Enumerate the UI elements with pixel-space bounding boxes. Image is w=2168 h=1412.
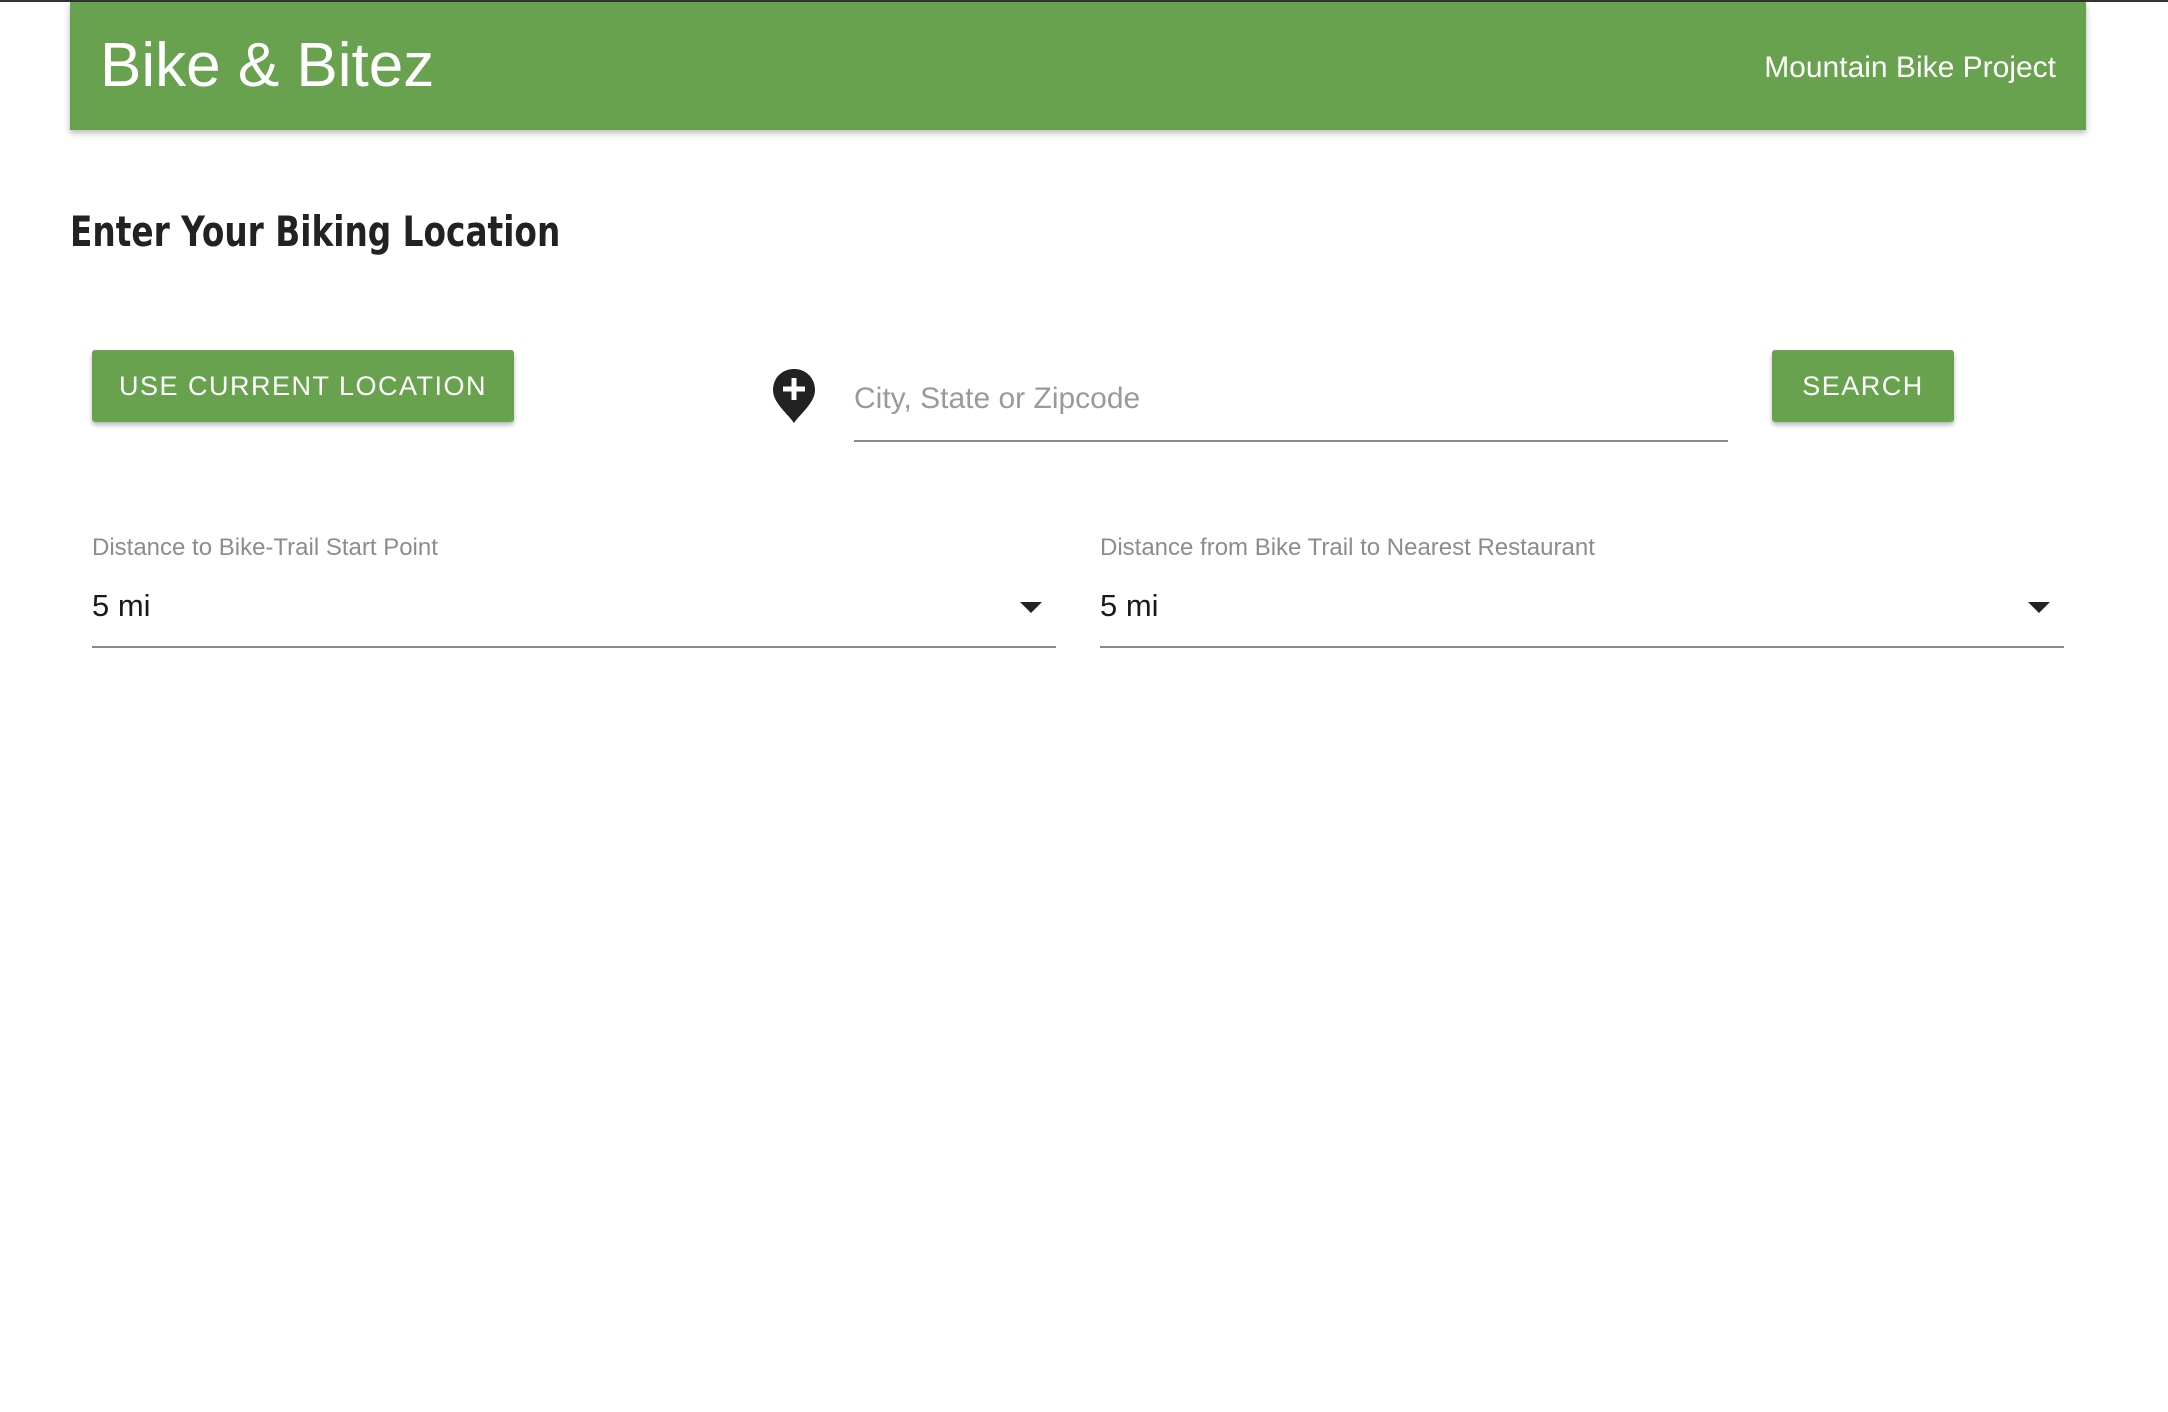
restaurant-distance-value: 5 mi — [1100, 588, 1159, 623]
trail-distance-select[interactable]: 5 mi — [92, 582, 1056, 648]
location-search-input[interactable] — [854, 372, 1728, 426]
use-current-location-button[interactable]: USE CURRENT LOCATION — [92, 350, 514, 422]
add-location-pin-icon — [773, 369, 815, 423]
trail-distance-select-group: Distance to Bike-Trail Start Point 5 mi — [92, 530, 1056, 648]
app-bar: Bike & Bitez Mountain Bike Project — [70, 2, 2086, 130]
restaurant-distance-select[interactable]: 5 mi — [1100, 582, 2064, 648]
app-title: Bike & Bitez — [100, 31, 435, 100]
location-search-field — [854, 364, 1728, 442]
mountain-bike-project-link[interactable]: Mountain Bike Project — [1764, 50, 2056, 86]
trail-distance-value: 5 mi — [92, 588, 151, 623]
arrow-drop-down-icon — [1020, 602, 1042, 613]
restaurant-distance-label: Distance from Bike Trail to Nearest Rest… — [1100, 534, 1595, 561]
search-button[interactable]: SEARCH — [1772, 350, 1954, 422]
page-title: Enter Your Biking Location — [70, 207, 561, 256]
restaurant-distance-select-group: Distance from Bike Trail to Nearest Rest… — [1100, 530, 2064, 648]
trail-distance-label: Distance to Bike-Trail Start Point — [92, 534, 438, 561]
arrow-drop-down-icon — [2028, 602, 2050, 613]
